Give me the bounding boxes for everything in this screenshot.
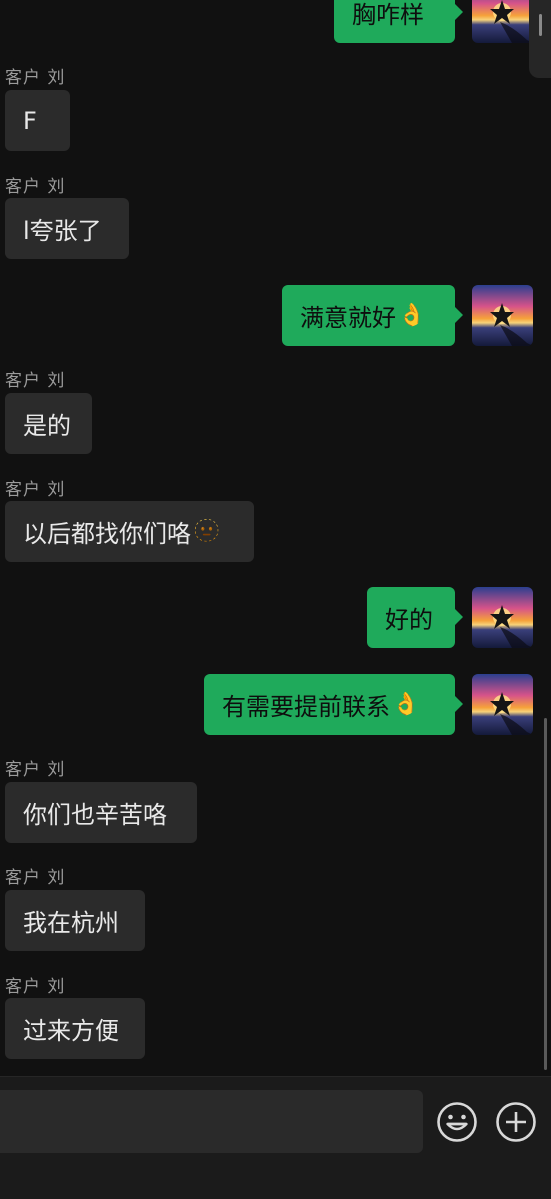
sunset-star-avatar-icon xyxy=(472,285,533,346)
ok-hand-emoji: 👌 xyxy=(398,303,426,328)
sender-name: 客户 刘 xyxy=(5,177,66,197)
incoming-message-bubble[interactable]: 我在杭州 xyxy=(5,890,145,951)
outgoing-message-bubble[interactable]: 好的 xyxy=(367,587,463,648)
sender-name: 客户 刘 xyxy=(5,977,66,997)
sunset-star-avatar-icon xyxy=(472,587,533,648)
incoming-message-bubble[interactable]: 你们也辛苦咯 xyxy=(5,782,197,843)
sender-name: 客户 刘 xyxy=(5,868,66,888)
outgoing-message-bubble[interactable]: 胸咋样 xyxy=(334,0,463,43)
message-text: 是的 xyxy=(23,412,71,440)
self-avatar[interactable] xyxy=(472,285,533,346)
input-bar xyxy=(0,1076,551,1199)
message-text: 好的 xyxy=(385,606,433,634)
message-text: l夸张了 xyxy=(23,217,102,245)
chat-screen: 胸咋样 客户 刘 F 客户 刘 l夸张了 满意就好 👌 客户 刘 是的 客户 刘… xyxy=(0,0,551,1199)
message-text: 胸咋样 xyxy=(352,1,424,29)
drag-handle[interactable] xyxy=(529,0,551,78)
outgoing-message-bubble[interactable]: 满意就好 👌 xyxy=(282,285,463,346)
outgoing-message-bubble[interactable]: 有需要提前联系 👌 xyxy=(204,674,463,735)
incoming-message-bubble[interactable]: 是的 xyxy=(5,393,92,454)
smiley-icon xyxy=(437,1102,477,1142)
message-text: 你们也辛苦咯 xyxy=(23,801,167,829)
message-text: 满意就好 xyxy=(300,304,396,332)
incoming-message-bubble[interactable]: l夸张了 xyxy=(5,198,129,259)
self-avatar[interactable] xyxy=(472,0,533,43)
scrollbar[interactable] xyxy=(544,718,547,1070)
incoming-message-bubble[interactable]: F xyxy=(5,90,70,151)
incoming-message-bubble[interactable]: 以后都找你们咯 🫥 xyxy=(5,501,254,562)
message-text: F xyxy=(23,106,37,135)
ok-hand-emoji: 👌 xyxy=(392,692,420,717)
message-text: 过来方便 xyxy=(23,1017,119,1045)
self-avatar[interactable] xyxy=(472,674,533,735)
sender-name: 客户 刘 xyxy=(5,68,66,88)
message-text: 我在杭州 xyxy=(23,909,119,937)
partial-keyboard-strip xyxy=(430,1191,540,1199)
sender-name: 客户 刘 xyxy=(5,480,66,500)
message-list[interactable]: 胸咋样 客户 刘 F 客户 刘 l夸张了 满意就好 👌 客户 刘 是的 客户 刘… xyxy=(0,0,551,1076)
self-avatar[interactable] xyxy=(472,587,533,648)
sender-name: 客户 刘 xyxy=(5,760,66,780)
person-emoji: 🫥 xyxy=(193,519,221,544)
message-text: 有需要提前联系 xyxy=(222,693,390,721)
sunset-star-avatar-icon xyxy=(472,674,533,735)
incoming-message-bubble[interactable]: 过来方便 xyxy=(5,998,145,1059)
sunset-star-avatar-icon xyxy=(472,0,533,43)
sender-name: 客户 刘 xyxy=(5,371,66,391)
grip-icon xyxy=(539,14,542,36)
plus-circle-icon xyxy=(496,1102,536,1142)
message-text: 以后都找你们咯 xyxy=(23,520,191,548)
emoji-button[interactable] xyxy=(436,1101,478,1143)
message-input[interactable] xyxy=(0,1090,423,1153)
more-button[interactable] xyxy=(495,1101,537,1143)
